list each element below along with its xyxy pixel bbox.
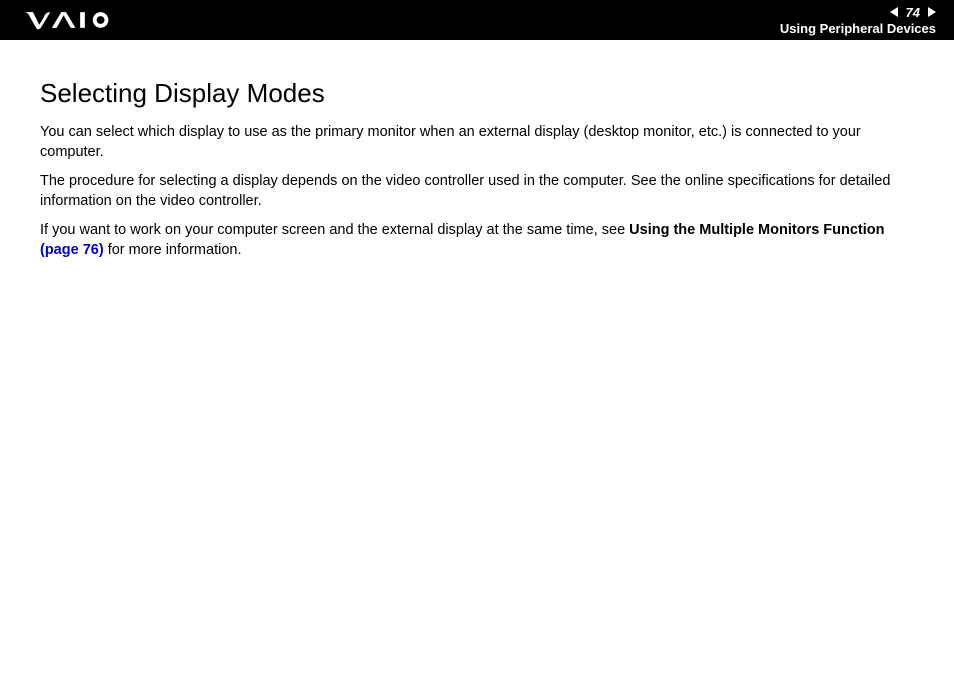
page-title: Selecting Display Modes (40, 78, 914, 109)
page-76-link[interactable]: (page 76) (40, 242, 104, 258)
header-bar: 74 Using Peripheral Devices (0, 0, 954, 40)
page-number: 74 (906, 5, 920, 20)
para3-bold-text: Using the Multiple Monitors Function (629, 222, 884, 238)
paragraph-2: The procedure for selecting a display de… (40, 172, 914, 211)
para3-post-text: for more information. (104, 242, 242, 258)
prev-page-arrow-icon[interactable] (890, 7, 900, 17)
page-content: Selecting Display Modes You can select w… (0, 40, 954, 290)
vaio-logo-svg (22, 9, 132, 31)
paragraph-3: If you want to work on your computer scr… (40, 221, 914, 260)
next-page-arrow-icon[interactable] (926, 7, 936, 17)
section-name: Using Peripheral Devices (780, 21, 936, 36)
paragraph-1: You can select which display to use as t… (40, 123, 914, 162)
para3-pre-text: If you want to work on your computer scr… (40, 222, 629, 238)
header-right: 74 Using Peripheral Devices (780, 0, 936, 40)
page-navigation: 74 (890, 5, 936, 20)
vaio-logo (22, 0, 132, 40)
